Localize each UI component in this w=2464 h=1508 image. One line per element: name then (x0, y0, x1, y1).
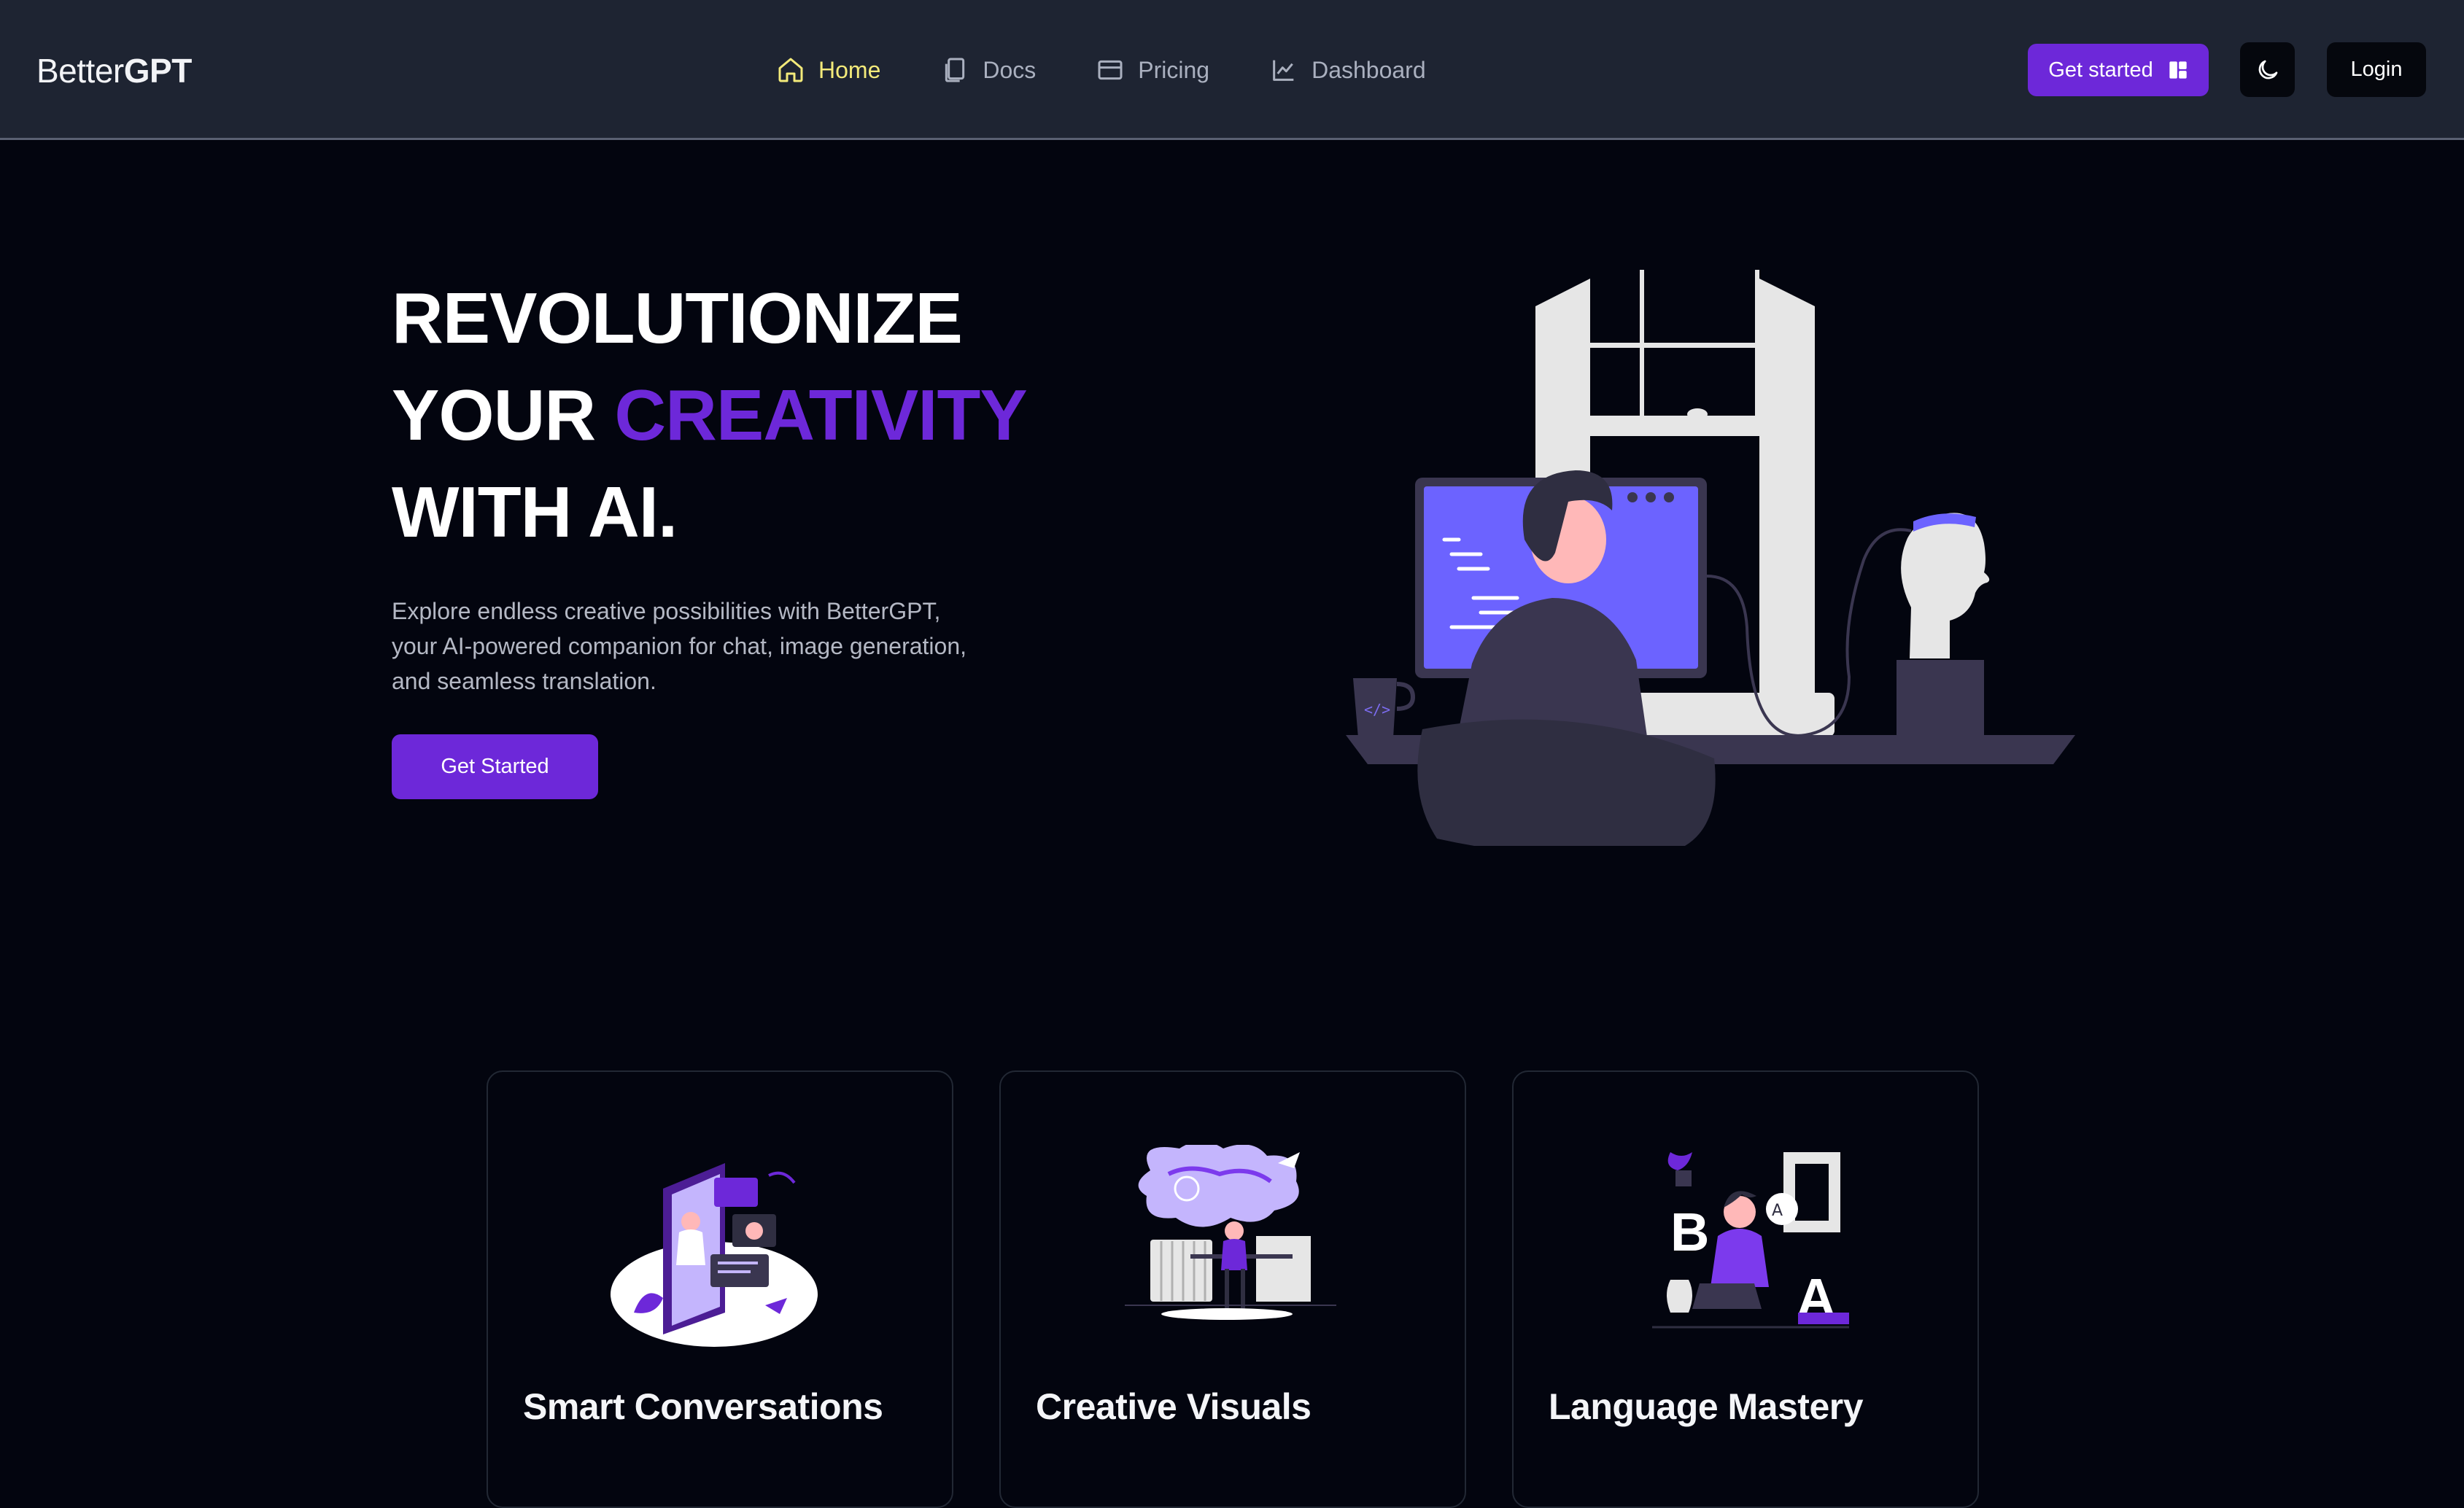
hero-title-accent: CREATIVITY (614, 375, 1027, 455)
nav-link-docs[interactable]: Docs (940, 51, 1036, 89)
letters-and-laptop-illustration: B A A (1652, 1152, 1849, 1329)
layout-icon (2169, 61, 2187, 79)
nav-link-home[interactable]: Home (776, 51, 880, 89)
feature-card-smart-conversations[interactable]: Smart Conversations (487, 1070, 953, 1508)
navbar: BetterGPT Home Docs Pricing Dashboard Ge… (0, 0, 2464, 140)
hero-title: REVOLUTIONIZE YOUR CREATIVITY WITH AI. (392, 270, 1028, 561)
feature-card-creative-visuals[interactable]: Creative Visuals (999, 1070, 1466, 1508)
nav-link-dashboard[interactable]: Dashboard (1269, 51, 1426, 89)
hero-cta-label: Get Started (441, 755, 549, 778)
nav-links: Home Docs Pricing Dashboard (776, 51, 1486, 89)
brand-logo[interactable]: BetterGPT (36, 45, 192, 96)
hero-illustration: </> (1346, 270, 2075, 846)
hero-title-line3: WITH AI. (392, 472, 678, 552)
card-icon (1098, 60, 1123, 80)
hero-title-line2: YOUR (392, 375, 615, 455)
login-label: Login (2350, 58, 2403, 81)
docs-icon (945, 58, 965, 82)
login-button[interactable]: Login (2327, 42, 2426, 97)
hero-get-started-button[interactable]: Get Started (392, 734, 598, 799)
svg-text:A: A (1772, 1202, 1783, 1220)
svg-text:</>: </> (1364, 701, 1390, 718)
phone-video-chat-illustration (611, 1163, 818, 1347)
hero-title-line1: REVOLUTIONIZE (392, 278, 963, 358)
hero-description: Explore endless creative possibilities w… (392, 598, 967, 694)
theme-toggle-button[interactable] (2240, 42, 2295, 97)
dreaming-at-desk-illustration (1125, 1145, 1336, 1320)
svg-text:B: B (1670, 1202, 1709, 1262)
moon-icon (2258, 60, 2277, 79)
home-icon (778, 58, 803, 82)
feature-card-language-mastery[interactable]: B A A Language Mastery (1512, 1070, 1979, 1508)
get-started-label: Get started (2048, 58, 2153, 82)
feature-title: Language Mastery (1549, 1386, 1864, 1427)
get-started-button[interactable]: Get started (2028, 44, 2209, 96)
nav-link-label: Pricing (1138, 56, 1210, 83)
nav-link-label: Docs (983, 56, 1037, 83)
nav-link-label: Dashboard (1312, 56, 1426, 83)
nav-link-label: Home (818, 56, 881, 83)
feature-title: Smart Conversations (523, 1386, 883, 1427)
nav-link-pricing[interactable]: Pricing (1096, 51, 1209, 89)
chart-icon (1273, 60, 1294, 81)
feature-title: Creative Visuals (1036, 1386, 1312, 1427)
